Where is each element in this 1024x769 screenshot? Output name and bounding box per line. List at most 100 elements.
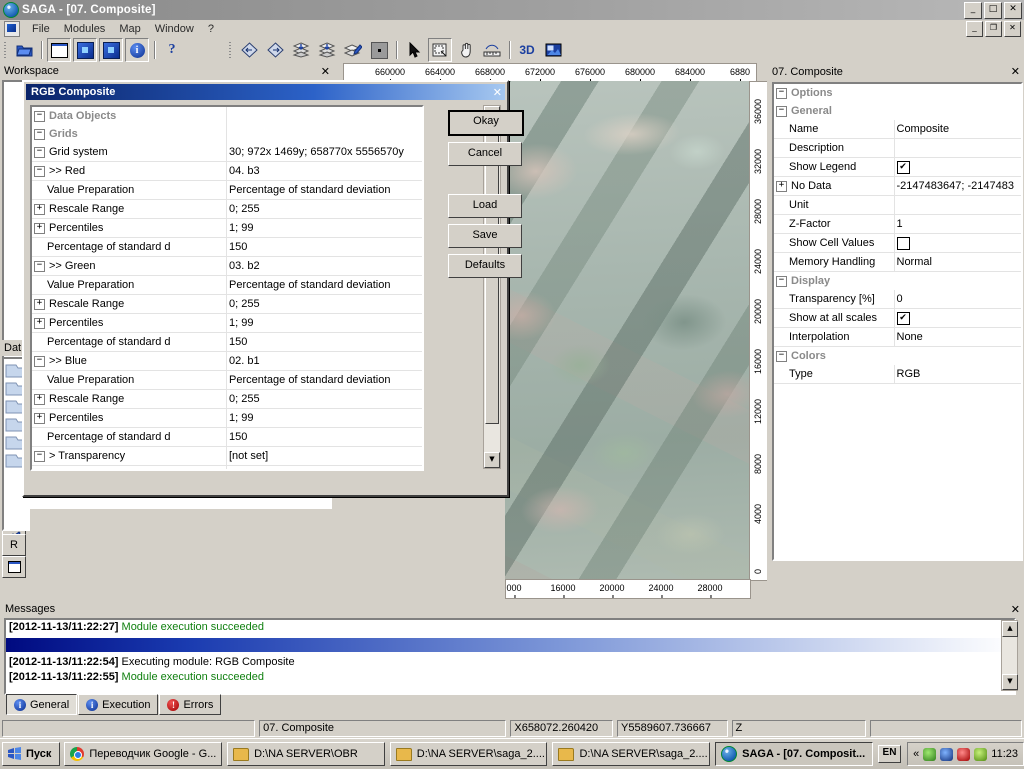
scroll-up-button[interactable]: ▲ — [1002, 621, 1018, 637]
tab-execution[interactable]: i Execution — [78, 694, 158, 715]
property-value[interactable]: 1 — [894, 215, 1021, 234]
property-row[interactable]: Show at all scales✔ — [774, 309, 1021, 328]
select-tool-icon[interactable] — [402, 38, 426, 62]
checkbox[interactable]: ✔ — [897, 312, 910, 325]
parameter-value[interactable]: 02. b1 — [227, 352, 423, 371]
close-icon[interactable]: ✕ — [1011, 65, 1020, 78]
property-row[interactable]: Transparency [%]0 — [774, 290, 1021, 309]
taskbar-item-saga[interactable]: SAGA - [07. Composit... — [715, 742, 873, 766]
collapse-icon[interactable]: − — [776, 88, 787, 99]
property-row[interactable]: −Colors — [774, 347, 1021, 366]
toolbar-grip[interactable] — [3, 40, 8, 60]
measure-tool-icon[interactable] — [480, 38, 504, 62]
property-value[interactable]: Composite — [894, 120, 1021, 139]
property-value[interactable]: -2147483647; -2147483 — [894, 177, 1021, 196]
parameter-value[interactable]: 0; 255 — [227, 390, 423, 409]
zoom-next-icon[interactable] — [263, 38, 287, 62]
scroll-down-button[interactable]: ▼ — [1002, 674, 1018, 690]
collapse-icon[interactable]: − — [34, 147, 45, 158]
okay-button[interactable]: Okay — [448, 110, 524, 136]
collapse-icon[interactable]: − — [34, 451, 45, 462]
parameter-row[interactable]: −> Transparency[not set] — [32, 447, 422, 466]
parameter-value[interactable]: 30; 972x 1469y; 658770x 5556570y — [227, 143, 423, 162]
parameter-row[interactable]: +Rescale Range0; 255 — [32, 200, 422, 219]
toolbar-grip[interactable] — [228, 40, 233, 60]
property-row[interactable]: TypeRGB — [774, 365, 1021, 384]
tab-general[interactable]: i General — [6, 694, 77, 715]
save-image-icon[interactable] — [541, 38, 565, 62]
taskbar-item-obr[interactable]: D:\NA SERVER\OBR — [227, 742, 385, 766]
taskbar-item-chrome[interactable]: Переводчик Google - G... — [64, 742, 222, 766]
parameter-row[interactable]: +Rescale Range0; 255 — [32, 295, 422, 314]
parameter-row[interactable]: +Percentiles1; 99 — [32, 219, 422, 238]
collapse-icon[interactable]: − — [776, 106, 787, 117]
parameter-value[interactable]: 1; 99 — [227, 409, 423, 428]
menu-item-help[interactable]: ? — [201, 22, 221, 36]
parameter-row[interactable]: −>> Green03. b2 — [32, 257, 422, 276]
parameter-value[interactable] — [227, 125, 423, 143]
property-value[interactable]: None — [894, 328, 1021, 347]
parameter-row[interactable]: +Rescale Range0; 255 — [32, 390, 422, 409]
expand-icon[interactable]: + — [34, 223, 45, 234]
close-button[interactable]: ✕ — [1004, 2, 1022, 19]
security-icon[interactable] — [957, 748, 970, 761]
collapse-icon[interactable]: − — [34, 356, 45, 367]
collapse-icon[interactable]: − — [34, 261, 45, 272]
property-row[interactable]: −Options — [774, 84, 1021, 102]
pan-tool-icon[interactable] — [454, 38, 478, 62]
menu-item-window[interactable]: Window — [148, 22, 201, 36]
property-value[interactable] — [894, 84, 1021, 102]
help-icon[interactable]: ? — [160, 38, 184, 62]
property-value[interactable] — [894, 102, 1021, 120]
save-button[interactable]: Save — [448, 224, 522, 248]
expand-icon[interactable]: + — [34, 413, 45, 424]
parameter-value[interactable]: 150 — [227, 238, 423, 257]
info-icon[interactable]: i — [125, 38, 149, 62]
expand-icon[interactable]: + — [34, 204, 45, 215]
parameter-value[interactable]: 150 — [227, 333, 423, 352]
parameter-row[interactable]: +Percentiles1; 99 — [32, 409, 422, 428]
property-value[interactable] — [894, 347, 1021, 366]
property-row[interactable]: Description — [774, 139, 1021, 158]
collapse-icon[interactable]: − — [776, 351, 787, 362]
menu-item-file[interactable]: File — [25, 22, 57, 36]
close-icon[interactable]: ✕ — [1011, 603, 1020, 616]
expand-icon[interactable]: + — [34, 318, 45, 329]
tab-errors[interactable]: ! Errors — [159, 694, 221, 715]
property-value[interactable]: ✔ — [894, 158, 1021, 177]
parameter-row[interactable]: −Grids — [32, 125, 422, 143]
property-row[interactable]: Memory HandlingNormal — [774, 253, 1021, 272]
close-icon[interactable]: ✕ — [493, 86, 502, 99]
menu-item-modules[interactable]: Modules — [57, 22, 113, 36]
cancel-button[interactable]: Cancel — [448, 142, 522, 166]
property-row[interactable]: Show Legend✔ — [774, 158, 1021, 177]
taskbar-item-saga2-a[interactable]: D:\NA SERVER\saga_2.... — [390, 742, 548, 766]
maximize-button[interactable]: □ — [984, 2, 1002, 19]
checkbox[interactable]: ✔ — [897, 161, 910, 174]
network-icon[interactable] — [940, 748, 953, 761]
mdi-minimize-button[interactable]: _ — [966, 21, 983, 37]
close-icon[interactable]: ✕ — [321, 65, 330, 78]
active-parameters-icon[interactable] — [73, 38, 97, 62]
property-value[interactable]: Normal — [894, 253, 1021, 272]
expand-icon[interactable]: + — [34, 299, 45, 310]
data-source-icon[interactable] — [99, 38, 123, 62]
property-value[interactable] — [894, 139, 1021, 158]
parameter-value[interactable]: Percentage of standard deviation — [227, 371, 423, 390]
start-button[interactable]: Пуск — [2, 742, 60, 766]
map-canvas[interactable] — [505, 81, 749, 579]
property-row[interactable]: Z-Factor1 — [774, 215, 1021, 234]
parameter-value[interactable]: 04. b3 — [227, 162, 423, 181]
parameter-value[interactable]: 0; 255 — [227, 200, 423, 219]
data-tab-list-icon[interactable] — [2, 556, 26, 578]
parameter-row[interactable]: Percentage of standard d150 — [32, 333, 422, 352]
parameter-row[interactable]: −Grid system30; 972x 1469y; 658770x 5556… — [32, 143, 422, 162]
property-row[interactable]: −General — [774, 102, 1021, 120]
parameter-value[interactable]: Percentage of standard deviation — [227, 466, 423, 472]
parameter-value[interactable] — [227, 107, 423, 125]
parameter-value[interactable]: Percentage of standard deviation — [227, 181, 423, 200]
zoom-extent-icon[interactable] — [315, 38, 339, 62]
parameter-value[interactable]: Percentage of standard deviation — [227, 276, 423, 295]
dialog-parameter-tree[interactable]: −Data Objects−Grids−Grid system30; 972x … — [30, 105, 424, 471]
property-value[interactable]: RGB — [894, 365, 1021, 384]
